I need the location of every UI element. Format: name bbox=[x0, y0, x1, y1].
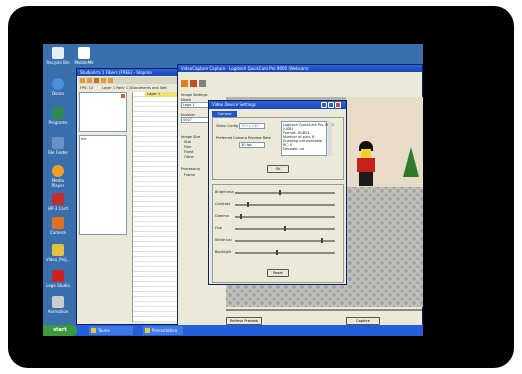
slider-thumb[interactable] bbox=[239, 214, 242, 219]
info-scrollbar[interactable] bbox=[328, 121, 332, 156]
toolbar bbox=[79, 77, 183, 84]
slider-thumb[interactable] bbox=[321, 238, 324, 243]
ok-button[interactable]: OK bbox=[267, 165, 289, 173]
video-config-select[interactable]: 320 x 240 bbox=[239, 123, 265, 129]
radio-fixed[interactable]: Fixed bbox=[184, 150, 193, 154]
desktop-screen: Recycle Bin MobileMe Doron Programs File… bbox=[43, 44, 423, 336]
desktop-icon[interactable]: Video_Proj... bbox=[46, 244, 70, 262]
reset-button[interactable]: Reset bbox=[267, 269, 289, 277]
animation-icon bbox=[52, 296, 64, 308]
capture-toolbar bbox=[181, 80, 211, 88]
minifig-head bbox=[361, 149, 371, 158]
media-icon bbox=[52, 165, 64, 177]
minifig-legs bbox=[359, 172, 373, 186]
camera-icon[interactable] bbox=[190, 80, 197, 87]
desktop-icon[interactable]: Animation bbox=[46, 296, 70, 314]
desktop-icon[interactable]: File Folder bbox=[46, 137, 70, 155]
slider-label: Backlight bbox=[215, 250, 232, 254]
video-device-settings-dialog[interactable]: Video Device Settings Camera Setting Vid… bbox=[208, 100, 347, 285]
device-info-box: Logitech QuickCam Pro 9000 (USB) Format:… bbox=[281, 121, 334, 156]
config-panel: Video Config 320 x 240 Preferred Camera … bbox=[212, 117, 344, 180]
app-icon bbox=[145, 328, 150, 333]
camera-icon[interactable] bbox=[94, 78, 99, 83]
slider-track[interactable] bbox=[235, 216, 335, 218]
save-icon[interactable] bbox=[87, 78, 92, 83]
slider-track[interactable] bbox=[235, 192, 335, 194]
camera-icon bbox=[52, 217, 64, 229]
computer-icon bbox=[52, 137, 64, 149]
slider-track[interactable] bbox=[235, 240, 335, 242]
file-icon bbox=[78, 47, 90, 59]
slider-label: Hue bbox=[215, 226, 223, 230]
slider-label: Gamma bbox=[215, 214, 229, 218]
maximize-icon[interactable] bbox=[328, 102, 334, 108]
play-icon[interactable] bbox=[108, 78, 113, 83]
radio-other[interactable]: Other bbox=[184, 155, 194, 159]
start-button[interactable]: start bbox=[43, 325, 77, 336]
desktop-icon[interactable]: Recycle Bin bbox=[46, 47, 70, 65]
recycle-bin-icon bbox=[52, 47, 64, 59]
close-icon[interactable] bbox=[335, 102, 341, 108]
slider-track[interactable] bbox=[235, 204, 335, 206]
app-icon bbox=[91, 328, 96, 333]
settings-icon[interactable] bbox=[199, 80, 206, 87]
number-field[interactable]: 0007 bbox=[181, 117, 209, 123]
slider-track[interactable] bbox=[235, 252, 335, 254]
open-icon[interactable] bbox=[80, 78, 85, 83]
ink-list[interactable]: Ink bbox=[79, 135, 127, 235]
name-field[interactable]: Lego 1 bbox=[181, 102, 209, 108]
slider-thumb[interactable] bbox=[276, 250, 279, 255]
slider-label: Contrast bbox=[215, 202, 230, 206]
taskbar-item[interactable]: Tauna bbox=[89, 326, 133, 335]
desktop-icon[interactable]: Programs bbox=[46, 107, 70, 125]
taskbar-item[interactable]: Presentation bbox=[143, 326, 183, 335]
slider-thumb[interactable] bbox=[284, 226, 286, 231]
slider-label: Brightness bbox=[215, 190, 234, 194]
desktop-icon[interactable]: HP-3 Cord bbox=[46, 193, 70, 211]
frame-thumbnail[interactable] bbox=[79, 92, 127, 132]
folder-icon bbox=[52, 244, 64, 256]
globe-icon bbox=[52, 78, 64, 90]
app-icon bbox=[52, 193, 64, 205]
desktop-icon[interactable]: Lego Studio bbox=[46, 270, 70, 288]
marker-icon bbox=[121, 94, 125, 98]
animator-window[interactable]: StudioArts 1 Fibers (FREE) - Stopmo FPS:… bbox=[76, 68, 187, 325]
window-titlebar[interactable]: VideoCapture Capture - Logitech QuickCam… bbox=[178, 65, 422, 72]
capture-button[interactable]: Capture bbox=[346, 317, 380, 325]
desktop-icon[interactable]: Media Player bbox=[46, 165, 70, 188]
play-icon bbox=[52, 107, 64, 119]
slider-thumb[interactable] bbox=[279, 190, 282, 195]
desktop-icon[interactable]: Camera bbox=[46, 217, 70, 235]
refresh-preview-button[interactable]: Refresh Preview bbox=[226, 317, 262, 325]
radio-size[interactable]: Size bbox=[184, 140, 191, 144]
video-frame: Recycle Bin MobileMe Doron Programs File… bbox=[8, 6, 514, 368]
layer-path-label: Layer 1 Path: C:\Documents and Sett bbox=[102, 86, 167, 90]
taskbar: start Tauna Presentation bbox=[43, 325, 423, 336]
edit-icon[interactable] bbox=[101, 78, 106, 83]
desktop-icon[interactable]: MobileMe bbox=[72, 47, 96, 65]
lego-icon bbox=[52, 270, 64, 282]
open-icon[interactable] bbox=[181, 80, 188, 87]
slider-label: White bal bbox=[215, 238, 232, 242]
minifig-torso bbox=[357, 158, 375, 172]
timeline-scroll[interactable] bbox=[226, 309, 422, 311]
radio-free[interactable]: Free bbox=[184, 145, 191, 149]
frame-numbers bbox=[133, 92, 145, 322]
minimize-icon[interactable] bbox=[321, 102, 327, 108]
lego-tree bbox=[403, 147, 419, 177]
desktop-icon[interactable]: Doron bbox=[46, 78, 70, 96]
sliders-panel: Brightness Contrast Gamma Hue White bal Backl… bbox=[212, 184, 344, 283]
fps-label: FPS: 10 bbox=[80, 86, 94, 90]
window-titlebar[interactable]: StudioArts 1 Fibers (FREE) - Stopmo bbox=[77, 69, 185, 76]
checkbox-frame[interactable]: Frame bbox=[184, 173, 195, 177]
frame-rate-select[interactable]: 30 fps bbox=[239, 142, 265, 148]
slider-thumb[interactable] bbox=[246, 202, 249, 207]
